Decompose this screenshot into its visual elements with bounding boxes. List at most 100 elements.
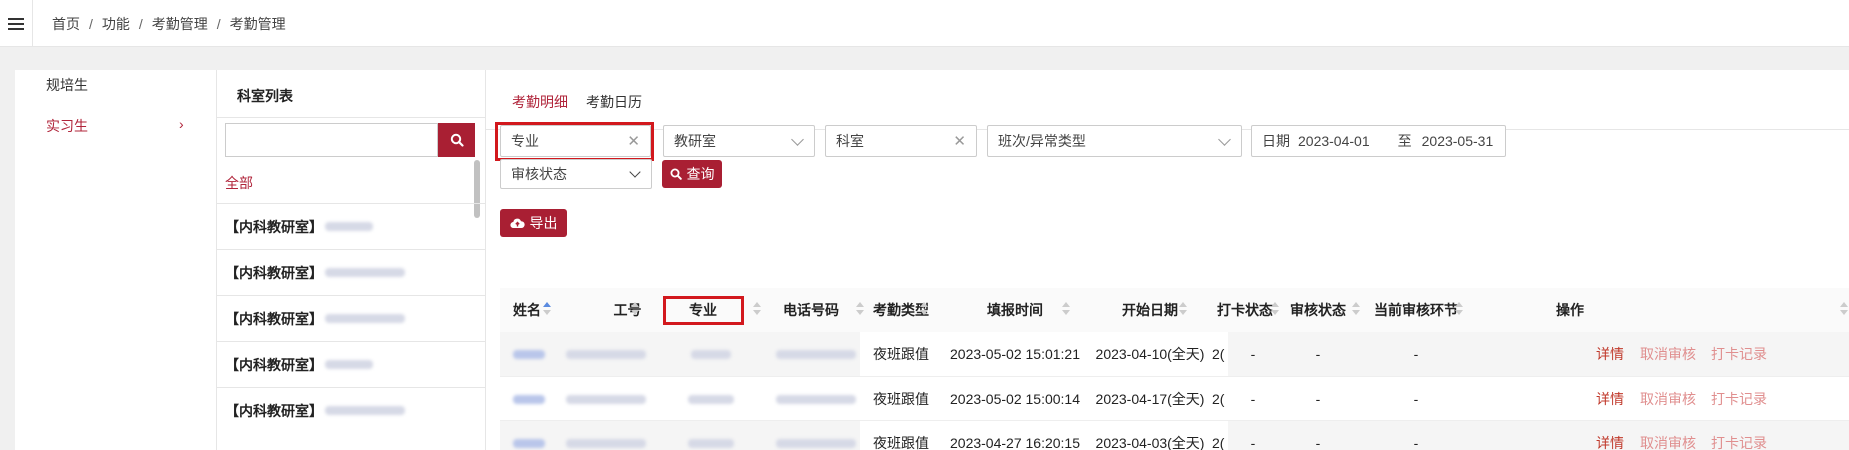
- table-row[interactable]: 夜班跟值 2023-05-02 15:01:21 2023-04-10(全天) …: [500, 332, 1849, 376]
- divider: [217, 117, 485, 118]
- header-label: 审核状态: [1290, 302, 1346, 318]
- header-label: 电话号码: [783, 302, 839, 318]
- cell-end-date: 2(: [1212, 421, 1228, 450]
- cell-start-date: 2023-04-10(全天): [1088, 332, 1212, 376]
- department-list: 【内科教研室】 【内科教研室】 【内科教研室】 【内科教研室】 【内科教研室】: [217, 203, 485, 433]
- clock-record-link[interactable]: 打卡记录: [1704, 332, 1774, 376]
- date-to-value[interactable]: 2023-05-31: [1422, 133, 1494, 149]
- query-button[interactable]: 查询: [662, 160, 722, 188]
- detail-link[interactable]: 详情: [1590, 377, 1630, 421]
- cell-report-time: 2023-04-27 16:20:15: [942, 421, 1088, 450]
- cancel-review-link[interactable]: 取消审核: [1633, 421, 1703, 450]
- redacted-text: [688, 438, 734, 448]
- cell-report-time: 2023-05-02 15:01:21: [942, 332, 1088, 376]
- top-bar: 首页 / 功能 / 考勤管理 / 考勤管理: [0, 0, 1849, 47]
- breadcrumb-item-current: 考勤管理: [229, 15, 286, 32]
- close-icon[interactable]: ✕: [953, 132, 966, 150]
- cell-clock-status: -: [1250, 346, 1256, 362]
- column-header-start-date[interactable]: 开始日期: [1088, 288, 1212, 332]
- sort-icon[interactable]: [1062, 302, 1070, 316]
- cell-report-time: 2023-05-02 15:00:14: [950, 391, 1080, 407]
- breadcrumb-item[interactable]: 功能: [102, 14, 130, 34]
- department-name: 【内科教研室】: [225, 310, 323, 327]
- sort-icon[interactable]: [631, 302, 639, 316]
- cell-end-date: 2(: [1212, 391, 1225, 407]
- department-list-item[interactable]: 【内科教研室】: [217, 341, 485, 387]
- redacted-text: [325, 406, 405, 415]
- redacted-text: [325, 314, 405, 323]
- highlight-box: [663, 296, 744, 325]
- clock-record-label: 打卡记录: [1711, 346, 1767, 362]
- clock-record-link[interactable]: 打卡记录: [1704, 421, 1774, 450]
- header-label: 当前审核环节: [1374, 302, 1458, 318]
- cell-phone: [770, 332, 860, 376]
- cell-major: [680, 421, 740, 450]
- department-list-item[interactable]: 【内科教研室】: [217, 387, 485, 433]
- detail-link-label: 详情: [1596, 435, 1624, 450]
- menu-toggle-button[interactable]: [0, 0, 33, 47]
- cancel-review-link[interactable]: 取消审核: [1633, 332, 1703, 376]
- sort-icon[interactable]: [920, 302, 928, 316]
- tab-attendance-detail[interactable]: 考勤明细: [512, 92, 568, 112]
- redacted-text: [325, 222, 373, 231]
- redacted-text: [688, 394, 734, 404]
- table-row[interactable]: 夜班跟值 2023-04-27 16:20:15 2023-04-03(全天) …: [500, 420, 1849, 450]
- date-range-picker[interactable]: 日期 2023-04-01 至 2023-05-31: [1251, 125, 1506, 157]
- redacted-text: [776, 438, 856, 448]
- chevron-down-icon: [791, 133, 804, 146]
- column-header-type[interactable]: 考勤类型: [860, 288, 942, 332]
- detail-link[interactable]: 详情: [1590, 421, 1630, 450]
- department-search-input[interactable]: [225, 123, 438, 157]
- redacted-text: [566, 394, 646, 404]
- date-label: 日期: [1262, 133, 1290, 149]
- clock-record-label: 打卡记录: [1711, 435, 1767, 450]
- department-list-item[interactable]: 【内科教研室】: [217, 203, 485, 249]
- detail-link[interactable]: 详情: [1590, 332, 1630, 376]
- breadcrumb-item[interactable]: 考勤管理: [152, 14, 208, 34]
- sort-icon[interactable]: [543, 302, 551, 316]
- cell-name[interactable]: [508, 421, 548, 450]
- cell-review-status: -: [1315, 435, 1321, 450]
- department-search-button[interactable]: [438, 123, 475, 157]
- department-list-item[interactable]: 【内科教研室】: [217, 249, 485, 295]
- teaching-office-select[interactable]: 教研室: [663, 125, 815, 157]
- cell-phone: [770, 377, 860, 421]
- cell-name[interactable]: [508, 377, 548, 421]
- column-header-clock-status[interactable]: 打卡状态: [1212, 288, 1278, 332]
- cell-name[interactable]: [508, 332, 548, 376]
- header-label: 填报时间: [987, 302, 1043, 318]
- cancel-review-link[interactable]: 取消审核: [1633, 377, 1703, 421]
- sort-icon[interactable]: [1455, 302, 1463, 316]
- tab-bar: 考勤明细 考勤日历: [486, 70, 1849, 130]
- department-filter-input[interactable]: 科室 ✕: [825, 125, 977, 157]
- cancel-review-label: 取消审核: [1640, 391, 1696, 407]
- sort-icon[interactable]: [1179, 302, 1187, 316]
- date-from-value[interactable]: 2023-04-01: [1298, 133, 1370, 149]
- column-header-review-status[interactable]: 审核状态: [1278, 288, 1358, 332]
- cloud-upload-icon: [509, 218, 525, 229]
- clock-record-link[interactable]: 打卡记录: [1704, 377, 1774, 421]
- export-button[interactable]: 导出: [500, 209, 567, 237]
- sort-icon[interactable]: [753, 302, 761, 316]
- header-label: 开始日期: [1122, 302, 1178, 318]
- department-list-panel: 科室列表 全部 【内科教研室】 【内科教研室】 【内科教研室】 【内科教研室】 …: [217, 70, 486, 450]
- header-label: 姓名: [513, 302, 541, 318]
- category-item-intern[interactable]: 实习生: [46, 116, 88, 136]
- teaching-office-value: 教研室: [674, 133, 716, 149]
- column-header-phone[interactable]: 电话号码: [762, 288, 860, 332]
- review-status-select[interactable]: 审核状态: [500, 159, 652, 189]
- department-list-title: 科室列表: [237, 88, 293, 104]
- category-item-resident[interactable]: 规培生: [46, 75, 88, 95]
- redacted-text: [513, 394, 545, 404]
- department-list-item[interactable]: 【内科教研室】: [217, 295, 485, 341]
- table-row[interactable]: 夜班跟值 2023-05-02 15:00:14 2023-04-17(全天) …: [500, 376, 1849, 420]
- tab-attendance-calendar[interactable]: 考勤日历: [586, 92, 642, 112]
- department-filter-value: 科室: [836, 133, 864, 149]
- shift-type-select[interactable]: 班次/异常类型: [987, 125, 1242, 157]
- department-name: 【内科教研室】: [225, 264, 323, 281]
- department-all-item[interactable]: 全部: [225, 173, 253, 193]
- breadcrumb-item[interactable]: 首页: [52, 14, 80, 34]
- cancel-review-label: 取消审核: [1640, 346, 1696, 362]
- sort-icon[interactable]: [1840, 302, 1848, 316]
- redacted-text: [325, 268, 405, 277]
